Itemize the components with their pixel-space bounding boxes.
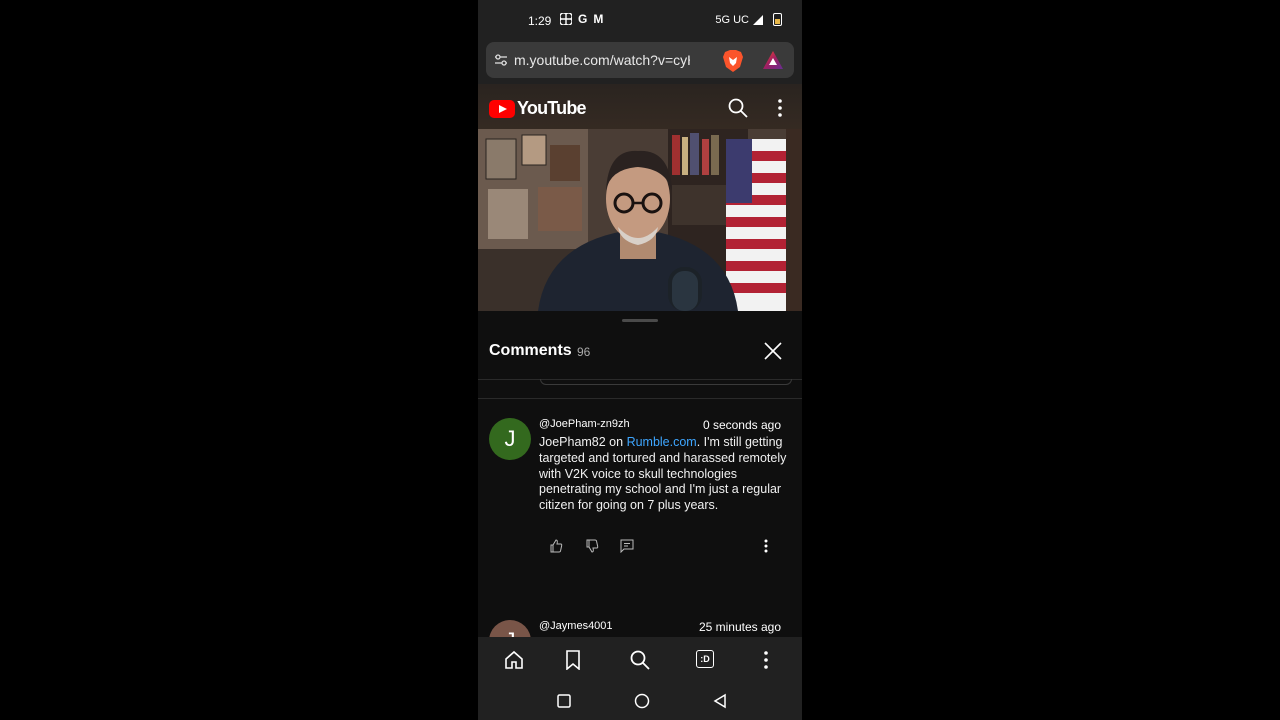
video-frame — [478, 129, 802, 311]
section-divider — [478, 398, 802, 399]
home-icon[interactable] — [504, 650, 524, 670]
address-bar[interactable]: m.youtube.com/watch?v=cyHq — [486, 42, 794, 78]
tab-switcher-icon[interactable]: :D — [696, 650, 714, 668]
comment-author[interactable]: @Jaymes4001 — [539, 620, 613, 632]
reply-icon[interactable] — [620, 539, 634, 553]
bookmark-icon[interactable] — [563, 650, 583, 670]
comments-title: Comments — [489, 342, 572, 359]
back-icon[interactable] — [712, 693, 728, 709]
browser-bottom-toolbar: :D — [478, 637, 802, 681]
menu-icon[interactable] — [756, 650, 776, 670]
like-icon[interactable] — [549, 539, 563, 553]
comment-text-prefix: JoePham82 on — [539, 435, 627, 449]
comment-link[interactable]: Rumble.com — [627, 435, 697, 449]
comment-author[interactable]: @JoePham-zn9zh — [539, 418, 630, 430]
notification-icons: G M — [560, 12, 603, 26]
youtube-header: YouTube — [478, 84, 802, 129]
brave-rewards-triangle-icon[interactable] — [762, 50, 784, 70]
google-icon: G — [578, 12, 588, 26]
avatar[interactable]: J — [489, 418, 531, 460]
browser-toolbar: m.youtube.com/watch?v=cyHq — [478, 42, 802, 84]
recents-icon[interactable] — [556, 693, 572, 709]
comment-more-icon[interactable] — [759, 539, 773, 553]
status-bar: 1:29 G M 5G UC — [478, 0, 802, 42]
site-settings-icon[interactable] — [494, 53, 508, 67]
search-icon[interactable] — [630, 650, 650, 670]
youtube-logo[interactable]: YouTube — [489, 98, 587, 119]
comment-actions — [539, 539, 789, 555]
youtube-logo-text: YouTube — [517, 98, 587, 118]
brave-lion-icon[interactable] — [722, 49, 744, 73]
pinwheel-icon — [560, 13, 572, 25]
youtube-play-icon — [489, 99, 515, 118]
comment-time: 25 minutes ago — [698, 620, 781, 634]
signal-icon — [753, 14, 763, 25]
system-navigation-bar — [478, 681, 802, 720]
status-time: 1:29 — [528, 14, 552, 28]
close-icon[interactable] — [764, 342, 782, 360]
network-indicator: 5G UC — [715, 13, 749, 26]
comments-count: 96 — [577, 345, 591, 359]
gmail-icon: M — [593, 12, 604, 26]
comment-time: 0 seconds ago — [702, 418, 781, 432]
phone-screen: 1:29 G M 5G UC m.youtube.com/watch?v=cyH… — [478, 0, 802, 720]
comment-input-edge[interactable] — [540, 379, 792, 385]
comments-panel: Comments 96 J @JoePham-zn9zh 0 seconds a… — [478, 311, 802, 662]
search-icon[interactable] — [728, 98, 748, 118]
video-player[interactable] — [478, 129, 802, 311]
status-right: 5G UC — [715, 13, 782, 26]
drag-handle[interactable] — [622, 319, 658, 322]
comment-text: JoePham82 on Rumble.com. I'm still getti… — [539, 435, 787, 514]
battery-icon — [773, 13, 782, 26]
more-options-icon[interactable] — [774, 98, 786, 118]
url-text[interactable]: m.youtube.com/watch?v=cyHq — [514, 52, 690, 68]
dislike-icon[interactable] — [585, 539, 599, 553]
home-circle-icon[interactable] — [634, 693, 650, 709]
